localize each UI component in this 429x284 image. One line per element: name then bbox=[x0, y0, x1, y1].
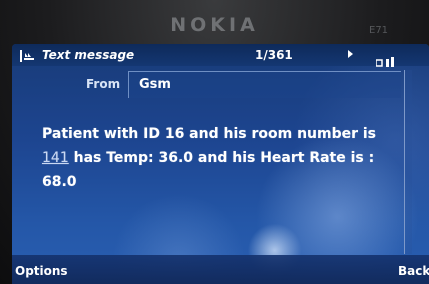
model-label: E71 bbox=[369, 25, 389, 36]
back-softkey[interactable]: Back bbox=[398, 264, 429, 278]
from-row: From Gsm bbox=[12, 68, 412, 98]
options-softkey[interactable]: Options bbox=[15, 264, 68, 278]
softkey-bar: Options Back bbox=[12, 255, 429, 284]
room-number-link[interactable]: 141 bbox=[42, 150, 69, 166]
status-bar: Text message 1/361 bbox=[12, 44, 429, 67]
sender-name: Gsm bbox=[139, 77, 171, 92]
message-body: Patient with ID 16 and his room number i… bbox=[42, 122, 392, 194]
message-text-part1: Patient with ID 16 and his room number i… bbox=[42, 126, 377, 142]
from-field[interactable]: Gsm bbox=[128, 71, 401, 98]
from-label: From bbox=[86, 77, 121, 91]
scrollbar[interactable] bbox=[404, 70, 412, 254]
message-icon bbox=[20, 48, 38, 62]
brand-logo: NOKIA bbox=[170, 14, 259, 36]
phone-bezel: NOKIA E71 Text message 1/361 From Gsm Pa… bbox=[0, 0, 429, 284]
message-counter: 1/361 bbox=[255, 48, 293, 62]
signal-icon bbox=[375, 52, 398, 67]
next-arrow-icon[interactable] bbox=[348, 50, 353, 58]
status-title: Text message bbox=[42, 48, 135, 62]
message-text-part2: has Temp: 36.0 and his Heart Rate is : 6… bbox=[42, 150, 375, 190]
phone-screen: Text message 1/361 From Gsm Patient with… bbox=[12, 44, 429, 284]
